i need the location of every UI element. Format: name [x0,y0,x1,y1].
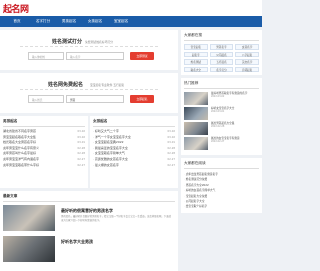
article-title[interactable]: 最好听的很寓意好的男孩名字 [61,208,113,214]
nav-item-score[interactable]: 名字打分 [30,19,56,24]
name-test-title: 姓名测试打分 [52,39,83,45]
nav-item-home[interactable]: 首页 [4,19,30,24]
side-title: 热门推荐 [184,81,259,89]
divider [20,46,158,47]
search-tag[interactable]: 八字起名 [235,51,259,57]
recommended-reading: 大家都在阅读 虎年出生男孩起名寓意名字 姓名测试打分免费 男孩名字大全2022 … [181,158,262,213]
list-item[interactable]: 虎年男宝宝取名带什么字好 02-27 [3,163,85,169]
rec-item[interactable]: 给宝宝取个好名字 [184,204,259,209]
search-tag[interactable]: 诗词起名 [235,66,259,72]
hot-recommend: 热门推荐 最好听男孩取名字有寓意的名字 2022-03-02 好听女宝宝名字大全 2… [181,78,262,155]
hot-date: 2022-03-02 [211,95,225,99]
naming-subtitle: 宝宝起名专业软件 五行起名 [90,83,125,87]
nav-item-baby[interactable]: 宝宝起名 [108,19,134,24]
article-title[interactable]: 好听名字大全男孩 [61,239,93,245]
name-test-subtitle: 免费测试姓名好坏打分 [85,40,113,44]
test-button[interactable]: 立即测试 [130,52,154,60]
divider [20,89,158,90]
name-button[interactable]: 立即起名 [130,95,154,103]
naming-title: 姓名网免费起名 [48,82,84,88]
surname-input[interactable]: 输入姓氏 [28,95,64,103]
naming-panel: 姓名网免费起名 宝宝起名专业软件 五行起名 输入姓氏 男孩 立即起名 [0,73,178,113]
search-tag[interactable]: 名字打分 [209,66,234,72]
article-thumbnail[interactable] [3,236,55,262]
article-thumbnail[interactable] [3,205,55,231]
search-tag[interactable]: 姓名测试 [184,59,208,65]
hot-thumbnail[interactable] [184,122,208,135]
search-tag[interactable]: 公司起名 [209,51,234,57]
side-title: 大家都在搜 [184,33,259,41]
hot-item[interactable]: 最好听男孩取名字有寓意的名字 2022-03-02 [184,92,259,105]
latest-title: 最新文章 [3,194,175,202]
hot-date: 2022-03-01 [211,110,225,114]
search-tag[interactable]: 宝宝起名 [184,44,208,50]
article-card[interactable]: 好听名字大全男孩 [3,236,175,264]
hot-item[interactable]: 属虎的女宝宝名字有寓意 2022-02-27 [184,137,259,150]
hot-date: 2022-02-27 [211,140,225,144]
list-title: 男孩起名 [3,119,85,127]
list-item[interactable]: · 最火爆的女孩名字 02-27 [93,163,175,169]
given-name-input[interactable]: 输入名字 [66,52,124,60]
hot-thumbnail[interactable] [184,92,208,105]
gender-select[interactable]: 男孩 [66,95,124,103]
nav-item-boy[interactable]: 男孩起名 [56,19,82,24]
boy-names-list: 男孩起名 湖北省建省不同名字男孩 03-02 男宝宝起名取名字大全集 03-02 姓… [0,116,88,188]
list-title: 女孩起名 [93,119,175,127]
nav-item-girl[interactable]: 女孩起名 [82,19,108,24]
search-tag[interactable]: 取名大全 [184,66,208,72]
top-bar: 起名网 [0,0,262,16]
girl-names-list: 女孩起名 · 好听又大气二个字 03-02 · 洋气一个字女宝宝名字大全 03-02… [90,116,178,188]
search-tag[interactable]: 五行起名 [209,59,234,65]
hot-item[interactable]: 属虎男孩起名大全集 2022-02-28 [184,122,259,135]
article-summary: 男孩起名，最好听并且很好的男孩名字，给宝宝取一个好名字会让宝宝一生受益，该怎样取… [61,215,171,222]
main-nav: 首页 名字打分 男孩起名 女孩起名 宝宝起名 [0,16,262,27]
hot-item[interactable]: 好听女宝宝名字大全 2022-03-01 [184,107,259,120]
article-card[interactable]: 最好听的很寓意好的男孩名字 男孩起名，最好听并且很好的男孩名字，给宝宝取一个好名… [3,205,175,233]
hot-thumbnail[interactable] [184,107,208,120]
hot-thumbnail[interactable] [184,137,208,150]
search-tag[interactable]: 男孩名字 [209,44,234,50]
side-title: 大家都在阅读 [184,161,259,169]
name-test-panel: 姓名测试打分 免费测试姓名好坏打分 输入你的姓 输入名字 立即测试 [0,30,178,70]
search-tag[interactable]: 英文名字 [235,59,259,65]
latest-articles: 最新文章 最好听的很寓意好的男孩名字 男孩起名，最好听并且很好的男孩名字，给宝宝… [0,191,178,271]
search-tag[interactable]: 起名字 [184,51,208,57]
search-tag[interactable]: 女孩名字 [235,44,259,50]
hot-date: 2022-02-28 [211,125,225,129]
surname-input[interactable]: 输入你的姓 [28,52,64,60]
site-logo[interactable]: 起名网 [3,2,29,15]
popular-searches: 大家都在搜 宝宝起名 男孩名字 女孩名字 起名字 公司起名 八字起名 姓名测试 … [181,30,262,75]
